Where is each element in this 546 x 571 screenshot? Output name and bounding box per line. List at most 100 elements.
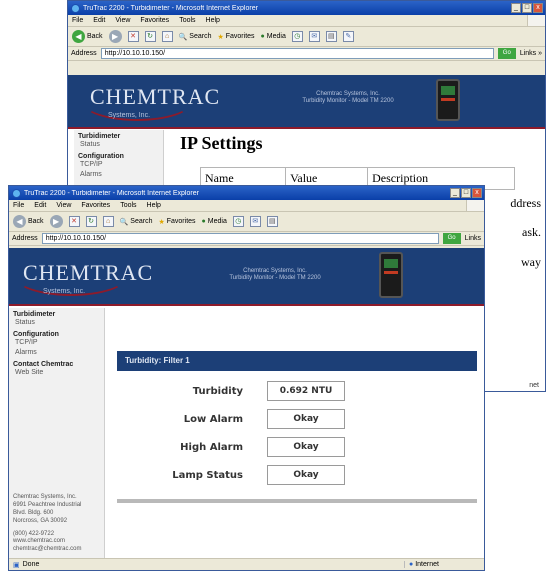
device-image bbox=[379, 252, 403, 298]
sidebar-group-configuration: Configuration bbox=[13, 331, 59, 338]
search-button[interactable]: 🔍 Search bbox=[179, 33, 212, 41]
reading-value: Okay bbox=[267, 465, 345, 485]
favorites-button[interactable]: ★ Favorites bbox=[217, 33, 254, 41]
status-text: Done bbox=[22, 561, 40, 568]
status-zone: net bbox=[529, 382, 539, 389]
menu-help[interactable]: Help bbox=[147, 202, 161, 209]
favorites-button[interactable]: ★ Favorites bbox=[158, 218, 195, 226]
page-title: IP Settings bbox=[180, 133, 263, 153]
toolbar: ◀ Back ▶ ✕ ↻ ⌂ 🔍 Search ★ Favorites ● Media … bbox=[68, 27, 545, 47]
forward-button[interactable]: ▶ bbox=[108, 30, 122, 43]
mail-button[interactable]: ✉ bbox=[249, 216, 261, 227]
reading-label: Turbidity bbox=[192, 386, 243, 397]
edit-button[interactable]: ✎ bbox=[342, 31, 354, 42]
maximize-icon[interactable]: □ bbox=[461, 188, 471, 198]
menu-help[interactable]: Help bbox=[206, 17, 220, 24]
window-title: TruTrac 2200 - Turbidimeter - Microsoft … bbox=[24, 189, 199, 197]
menu-edit[interactable]: Edit bbox=[93, 17, 105, 24]
links-button[interactable]: Links bbox=[465, 235, 481, 242]
sidebar-item-tcpip[interactable]: TCP/IP bbox=[9, 338, 104, 348]
turbidity-filter-panel: Turbidity: Filter 1 Turbidity 0.692 NTU … bbox=[117, 351, 477, 503]
back-button[interactable]: ◀ Back bbox=[13, 215, 44, 228]
panel-divider bbox=[117, 499, 477, 503]
sidebar-item-status[interactable]: Status bbox=[9, 318, 104, 328]
banner-text: Chemtrac Systems, Inc. Turbidity Monitor… bbox=[302, 91, 394, 105]
reading-label: Low Alarm bbox=[183, 414, 243, 425]
table-fragment: ddress bbox=[510, 196, 541, 210]
reading-row-lamp-status: Lamp Status Okay bbox=[117, 465, 477, 487]
maximize-icon[interactable]: □ bbox=[522, 3, 532, 13]
address-label: Address bbox=[71, 50, 97, 57]
forward-button[interactable]: ▶ bbox=[49, 215, 63, 228]
address-input[interactable]: http://10.10.10.150/ bbox=[100, 48, 494, 59]
address-bar: Address http://10.10.10.150/ Go Links » bbox=[68, 47, 545, 61]
menu-file[interactable]: File bbox=[72, 17, 83, 24]
stop-button[interactable]: ✕ bbox=[68, 216, 80, 227]
sidebar-item-alarms[interactable]: Alarms bbox=[74, 170, 163, 180]
minimize-icon[interactable]: _ bbox=[511, 3, 521, 13]
history-button[interactable]: ◷ bbox=[232, 216, 244, 227]
menu-bar: File Edit View Favorites Tools Help bbox=[68, 15, 545, 27]
minimize-icon[interactable]: _ bbox=[450, 188, 460, 198]
menu-tools[interactable]: Tools bbox=[120, 202, 136, 209]
refresh-button[interactable]: ↻ bbox=[144, 31, 156, 42]
back-arrow-icon: ◀ bbox=[72, 30, 85, 43]
title-bar[interactable]: TruTrac 2200 - Turbidimeter - Microsoft … bbox=[9, 186, 484, 200]
ie-icon bbox=[71, 3, 80, 13]
home-button[interactable]: ⌂ bbox=[161, 31, 173, 42]
stop-button[interactable]: ✕ bbox=[127, 31, 139, 42]
header-banner: CHEMTRAC Systems, Inc. Chemtrac Systems,… bbox=[9, 248, 484, 306]
menu-favorites[interactable]: Favorites bbox=[81, 202, 110, 209]
sidebar-item-website[interactable]: Web Site bbox=[9, 368, 104, 378]
media-button[interactable]: ● Media bbox=[261, 33, 286, 40]
front-browser-window[interactable]: TruTrac 2200 - Turbidimeter - Microsoft … bbox=[8, 185, 485, 571]
links-button[interactable]: Links » bbox=[520, 50, 542, 57]
reading-value: Okay bbox=[267, 437, 345, 457]
sidebar-item-alarms[interactable]: Alarms bbox=[9, 348, 104, 358]
home-button[interactable]: ⌂ bbox=[102, 216, 114, 227]
refresh-button[interactable]: ↻ bbox=[85, 216, 97, 227]
menu-view[interactable]: View bbox=[115, 17, 130, 24]
print-button[interactable]: ▤ bbox=[266, 216, 278, 227]
logo-subtitle: Systems, Inc. bbox=[43, 288, 86, 295]
go-button[interactable]: Go bbox=[442, 233, 461, 244]
close-icon[interactable]: x bbox=[533, 3, 543, 13]
search-button[interactable]: 🔍 Search bbox=[120, 218, 153, 226]
back-button[interactable]: ◀ Back bbox=[72, 30, 103, 43]
reading-row-high-alarm: High Alarm Okay bbox=[117, 437, 477, 459]
title-bar[interactable]: TruTrac 2200 - Turbidimeter - Microsoft … bbox=[68, 1, 545, 15]
address-input[interactable]: http://10.10.10.150/ bbox=[41, 233, 439, 244]
menu-file[interactable]: File bbox=[13, 202, 24, 209]
media-icon: ● bbox=[201, 218, 206, 225]
chemtrac-logo: CHEMTRAC bbox=[90, 84, 221, 109]
reading-label: Lamp Status bbox=[172, 470, 243, 481]
close-icon[interactable]: x bbox=[472, 188, 482, 198]
menu-tools[interactable]: Tools bbox=[179, 17, 195, 24]
toolbar: ◀ Back ▶ ✕ ↻ ⌂ 🔍 Search ★ Favorites ● Media … bbox=[9, 212, 484, 232]
mail-button[interactable]: ✉ bbox=[308, 31, 320, 42]
globe-icon: ● bbox=[409, 561, 414, 568]
search-icon: 🔍 bbox=[178, 33, 188, 41]
star-icon: ★ bbox=[158, 218, 165, 226]
go-button[interactable]: Go bbox=[497, 48, 516, 59]
company-address: Chemtrac Systems, Inc. 6991 Peachtree In… bbox=[13, 494, 82, 553]
sidebar-item-tcpip[interactable]: TCP/IP bbox=[74, 160, 163, 170]
menu-favorites[interactable]: Favorites bbox=[140, 17, 169, 24]
sidebar-group-contact: Contact Chemtrac bbox=[13, 361, 74, 368]
ie-page-icon: ▣ bbox=[13, 561, 20, 569]
device-image bbox=[436, 79, 460, 121]
sidebar: Turbidimeter Status Configuration TCP/IP… bbox=[9, 308, 105, 560]
menu-bar: File Edit View Favorites Tools Help bbox=[9, 200, 484, 212]
media-button[interactable]: ● Media bbox=[202, 218, 227, 225]
menu-edit[interactable]: Edit bbox=[34, 202, 46, 209]
reading-label: High Alarm bbox=[180, 442, 243, 453]
filter-heading: Turbidity: Filter 1 bbox=[117, 351, 477, 371]
menu-view[interactable]: View bbox=[56, 202, 71, 209]
page-content: CHEMTRAC Systems, Inc. Chemtrac Systems,… bbox=[9, 248, 484, 560]
sidebar-item-status[interactable]: Status bbox=[74, 140, 163, 150]
history-button[interactable]: ◷ bbox=[291, 31, 303, 42]
table-fragment: way bbox=[521, 255, 541, 269]
print-button[interactable]: ▤ bbox=[325, 31, 337, 42]
sidebar-group-configuration: Configuration bbox=[78, 153, 124, 160]
logo-subtitle: Systems, Inc. bbox=[108, 112, 151, 119]
